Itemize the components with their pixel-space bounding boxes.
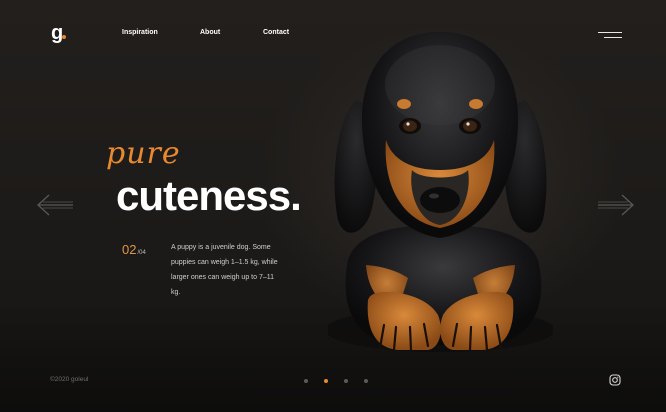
- pagination-dot[interactable]: [304, 379, 308, 383]
- arrow-left-icon[interactable]: [35, 193, 75, 217]
- slide-counter: 02/04: [122, 241, 146, 259]
- hero-script-word: pure: [106, 136, 181, 171]
- slide-current: 02: [122, 242, 137, 257]
- dachshund-puppy-image: [328, 32, 553, 352]
- hero-description: A puppy is a juvenile dog. Some puppies …: [171, 244, 278, 296]
- logo[interactable]: g: [51, 22, 63, 45]
- pagination-dot[interactable]: [364, 379, 368, 383]
- landing-page: g Inspiration About Contact pure cutenes…: [0, 0, 666, 412]
- pagination-dot[interactable]: [344, 379, 348, 383]
- copyright-text: ©2020 goleul: [50, 376, 89, 383]
- hamburger-menu-icon[interactable]: [598, 30, 622, 40]
- nav-item-contact[interactable]: Contact: [263, 29, 289, 36]
- arrow-right-icon[interactable]: [596, 193, 636, 217]
- pagination-dot-active[interactable]: [324, 379, 328, 383]
- nav-item-inspiration[interactable]: Inspiration: [122, 29, 158, 36]
- slide-total: /04: [137, 250, 146, 256]
- logo-accent-dot: [62, 35, 66, 39]
- hero-headline: cuteness.: [116, 172, 302, 219]
- instagram-icon[interactable]: [609, 373, 621, 386]
- nav-item-about[interactable]: About: [200, 29, 220, 36]
